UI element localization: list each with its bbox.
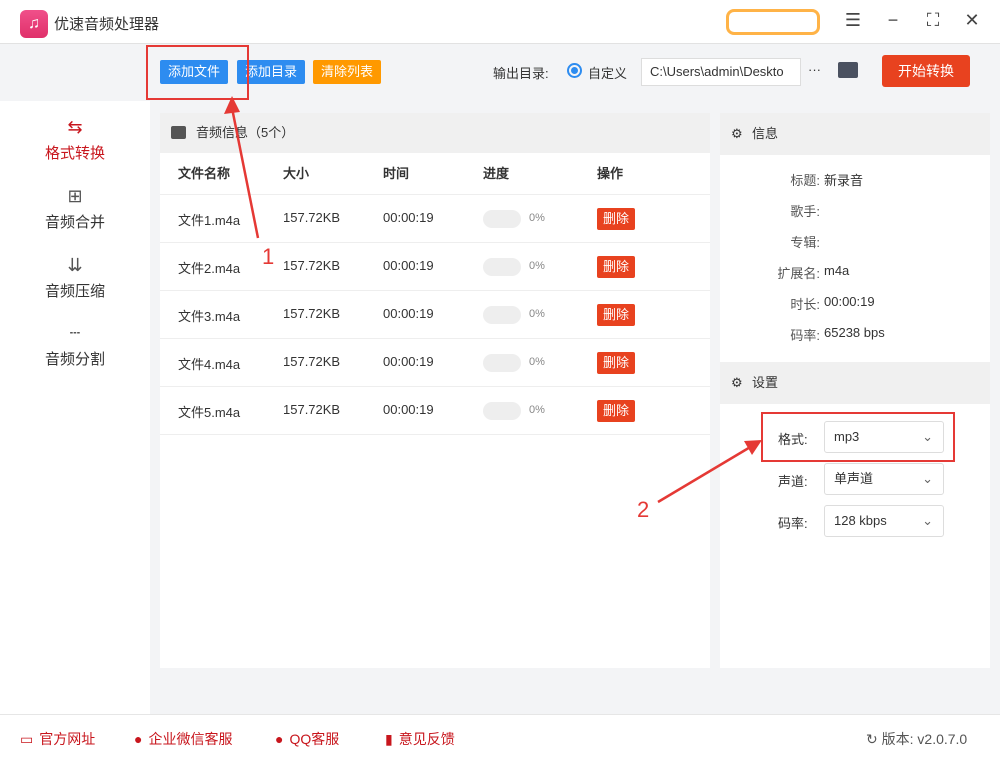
- arrow-2-head: [744, 440, 762, 455]
- arrow-1: [230, 107, 260, 239]
- qq-link[interactable]: ● QQ客服: [275, 729, 339, 749]
- web-icon: ▭: [20, 731, 34, 747]
- qq-label: QQ客服: [289, 731, 340, 747]
- version-info[interactable]: ↻ 版本: v2.0.7.0: [866, 729, 967, 749]
- annotation-2: 2: [637, 497, 650, 522]
- annotation-1: 1: [262, 244, 275, 269]
- arrow-1-head: [224, 96, 240, 114]
- feedback-link[interactable]: ▮ 意见反馈: [385, 729, 455, 749]
- wechat-link[interactable]: ● 企业微信客服: [134, 729, 232, 749]
- wechat-icon: ●: [134, 731, 143, 747]
- wechat-label: 企业微信客服: [148, 731, 233, 747]
- website-label: 官方网址: [39, 731, 96, 747]
- website-link[interactable]: ▭ 官方网址: [20, 729, 95, 749]
- qq-icon: ●: [275, 731, 284, 747]
- version-text: 版本: v2.0.7.0: [881, 731, 968, 747]
- footer: ▭ 官方网址 ● 企业微信客服 ● QQ客服 ▮ 意见反馈 ↻ 版本: v2.0.7.0: [0, 714, 1000, 760]
- feedback-icon: ▮: [385, 731, 393, 747]
- refresh-icon: ↻: [866, 731, 882, 747]
- feedback-label: 意见反馈: [398, 731, 455, 747]
- annotation-arrows: [224, 96, 762, 504]
- arrow-2: [657, 444, 753, 504]
